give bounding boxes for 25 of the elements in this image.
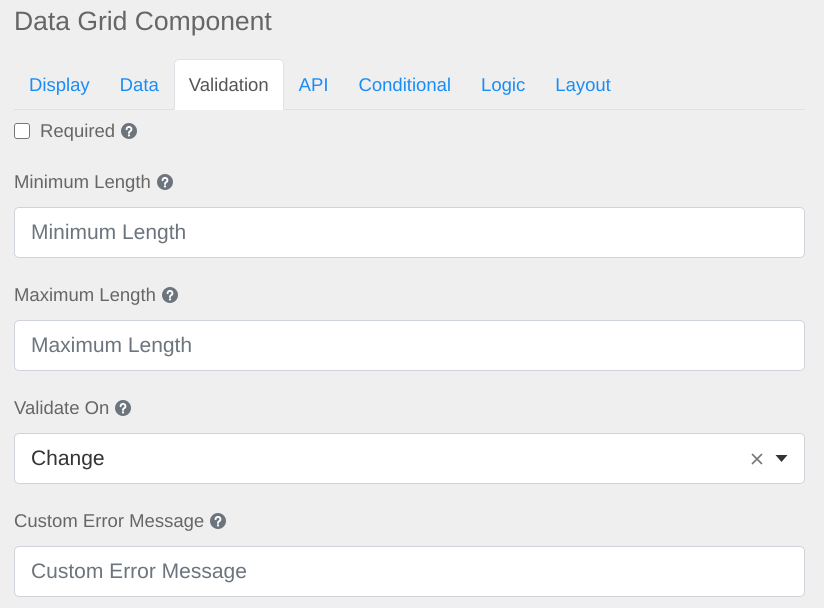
select-dropdown[interactable]: Change — [14, 433, 805, 484]
tab[interactable]: Layout — [540, 59, 626, 110]
text-input[interactable]: Maximum Length — [14, 320, 805, 371]
tab[interactable]: Display — [14, 59, 105, 110]
field-label: Custom Error Message — [14, 509, 204, 533]
help-icon[interactable] — [121, 123, 138, 139]
field-label: Validate On — [14, 396, 110, 420]
text-input[interactable]: Custom Error Message — [14, 546, 805, 597]
tab[interactable]: Validation — [174, 59, 284, 110]
field-label: Maximum Length — [14, 283, 156, 307]
caret-icon[interactable] — [775, 455, 788, 462]
checkbox[interactable] — [14, 123, 30, 139]
help-icon[interactable] — [162, 287, 178, 303]
clear-icon[interactable] — [751, 452, 763, 464]
field-label: Minimum Length — [14, 170, 151, 194]
tab[interactable]: API — [284, 59, 344, 110]
text-input[interactable]: Minimum Length — [14, 207, 805, 258]
tab[interactable]: Data — [104, 59, 174, 110]
tab[interactable]: Logic — [466, 59, 540, 110]
help-icon[interactable] — [115, 400, 132, 416]
help-icon[interactable] — [156, 174, 173, 190]
help-icon[interactable] — [210, 513, 226, 529]
panel-title: Data Grid Component — [14, 5, 273, 38]
checkbox-label: Required — [40, 119, 116, 143]
tab[interactable]: Conditional — [343, 59, 466, 110]
